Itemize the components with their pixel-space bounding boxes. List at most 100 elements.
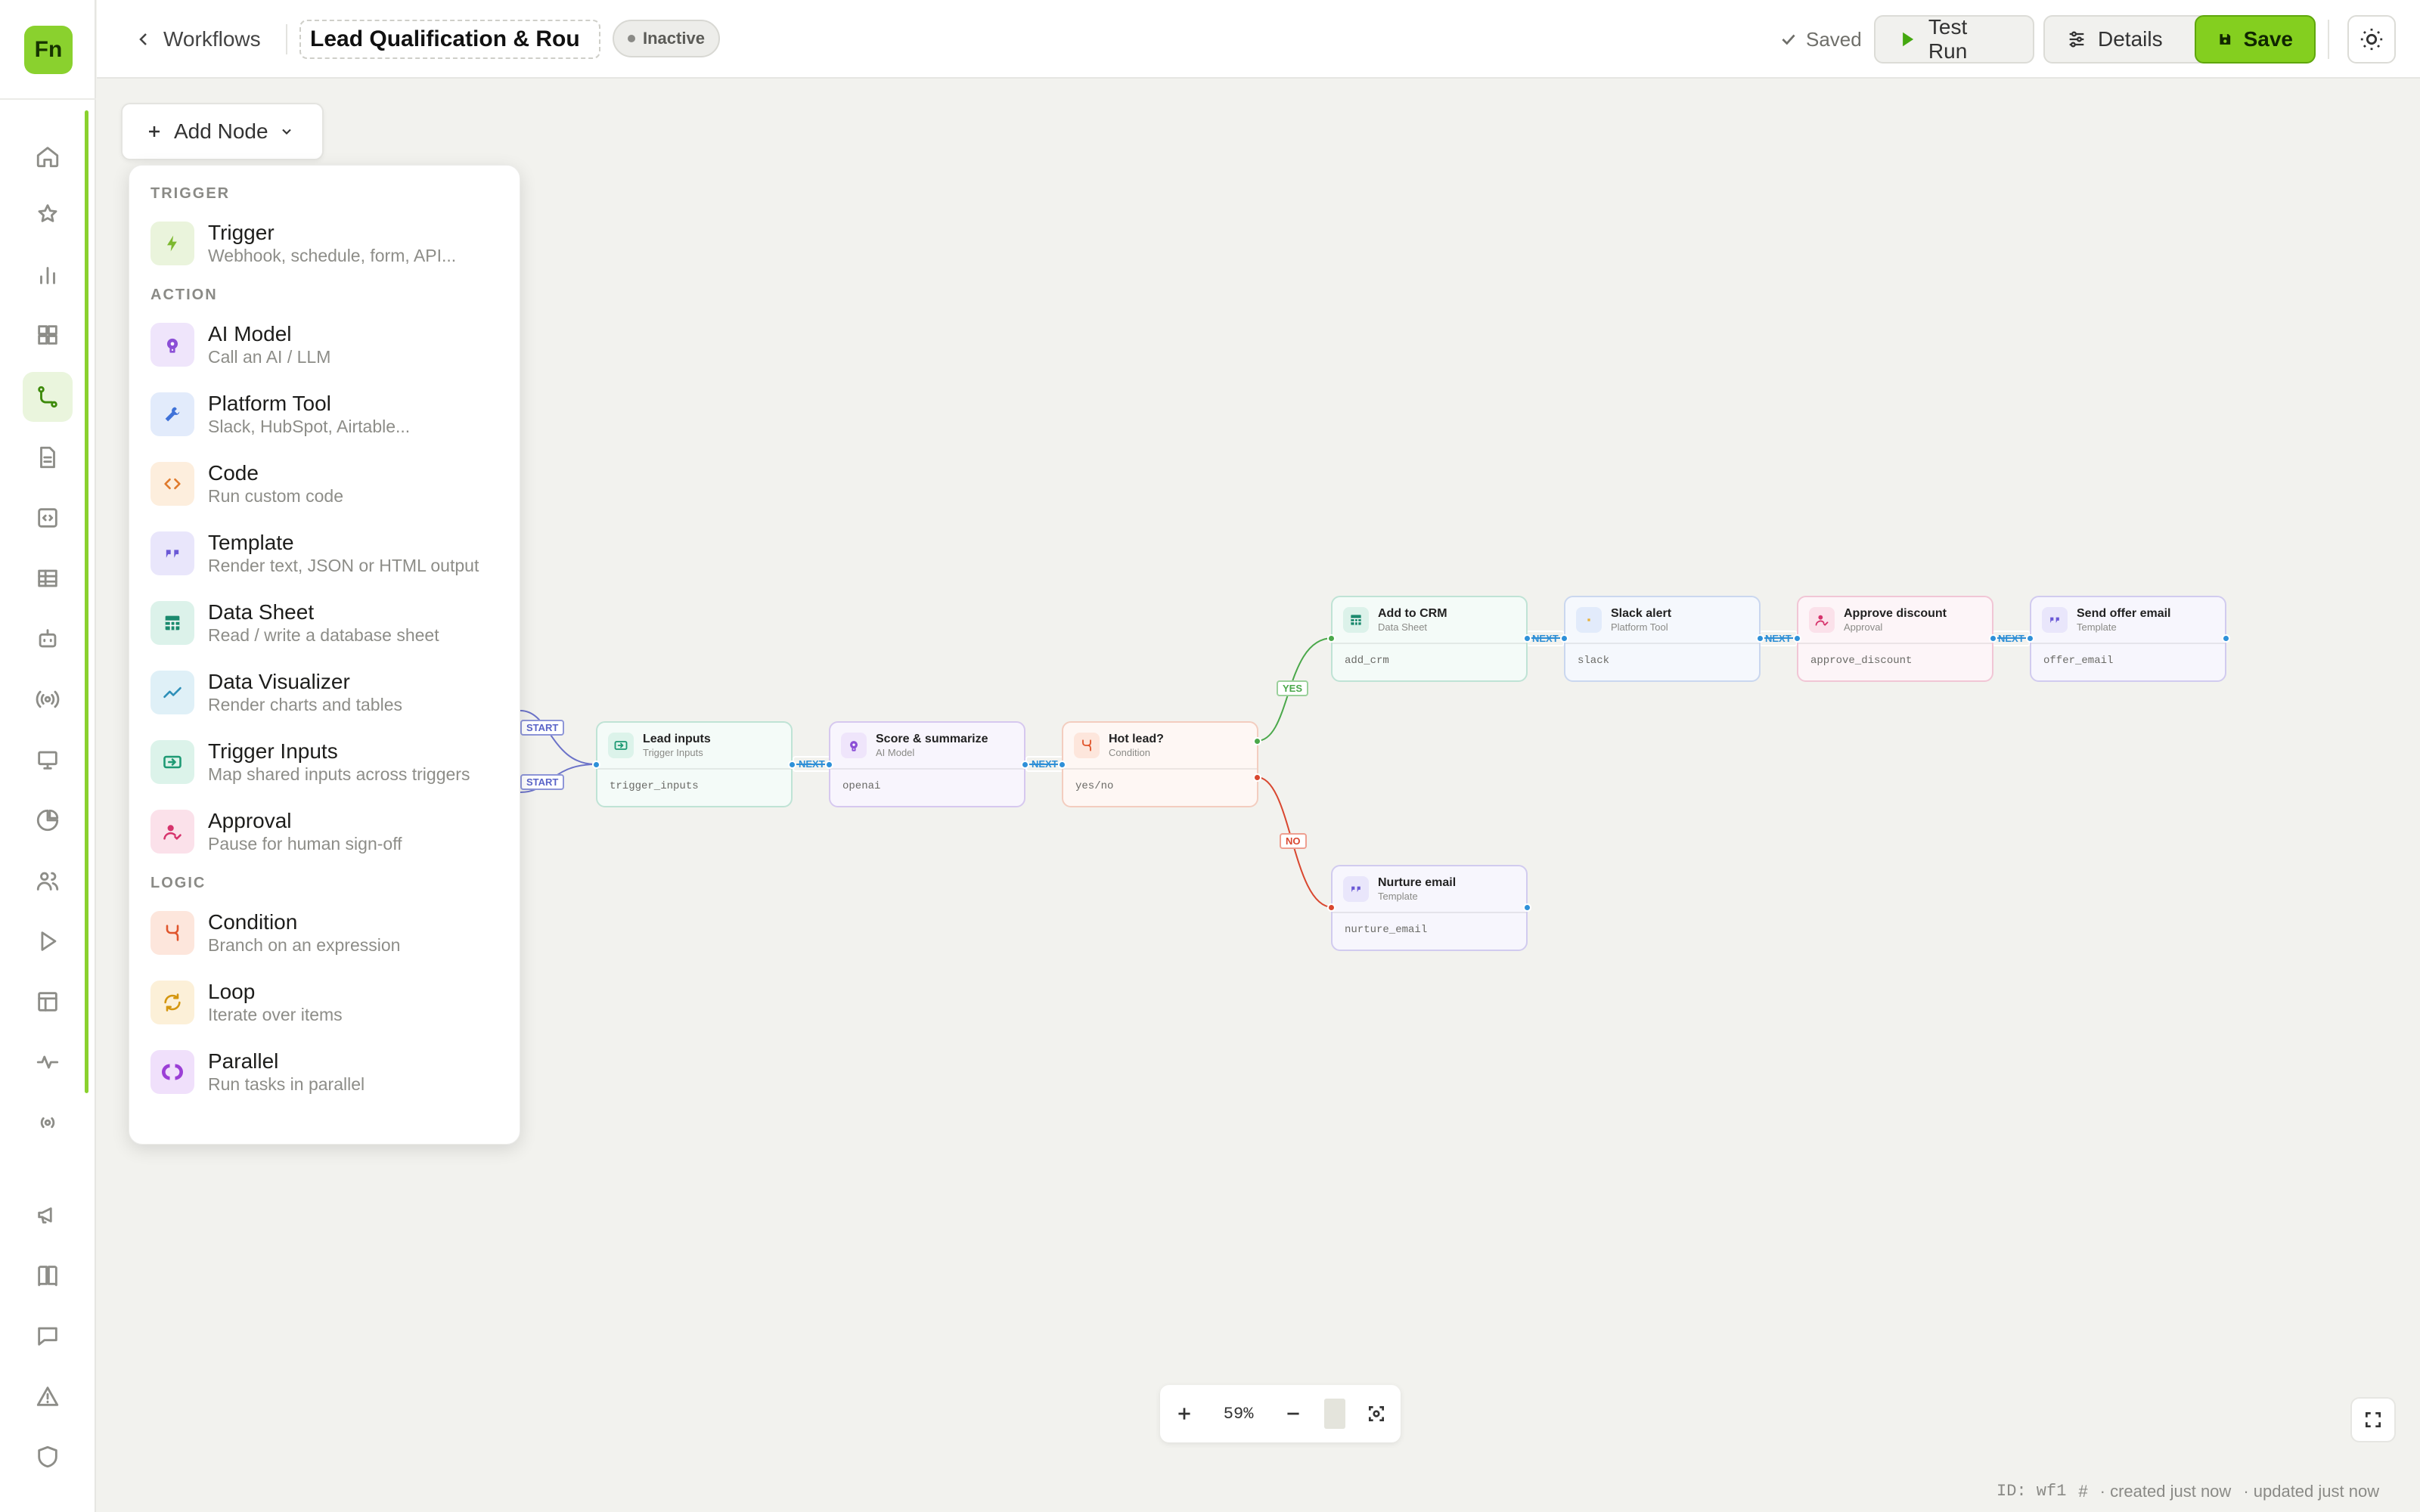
minimap-toggle[interactable] [1324,1399,1345,1429]
sidebar-item-integrations[interactable] [23,1098,73,1148]
node-add-to-crm[interactable]: Add to CRM Data Sheet add_crm [1331,596,1528,682]
input-port[interactable] [825,761,833,769]
test-run-button[interactable]: Test Run [1874,15,2034,64]
input-port[interactable] [1560,634,1568,643]
input-port[interactable] [2026,634,2034,643]
zoom-out-button[interactable] [1269,1385,1317,1442]
sidebar-scrollbar[interactable] [85,110,88,1093]
menu-item-title: Data Visualizer [208,670,350,693]
menu-item-approval[interactable]: Approval Pause for human sign-off [150,802,506,861]
node-score-summarize[interactable]: Score & summarize AI Model openai [829,721,1025,807]
trend-icon [163,686,182,699]
fullscreen-button[interactable] [2350,1397,2396,1442]
output-port[interactable] [1756,634,1764,643]
node-type: Trigger Inputs [643,747,703,758]
users-icon [36,872,59,891]
sidebar-item-docs[interactable] [23,1250,73,1300]
menu-item-parallel[interactable]: Parallel Run tasks in parallel [150,1043,506,1101]
output-port[interactable] [1523,634,1531,643]
trend-icon-badge [150,671,194,714]
node-nurture-email[interactable]: Nurture email Template nurture_email [1331,865,1528,951]
zoom-in-button[interactable] [1160,1385,1208,1442]
menu-item-description: Render text, JSON or HTML output [208,556,479,575]
details-button[interactable]: Details [2043,15,2208,64]
sidebar-item-feedback[interactable] [23,1311,73,1361]
node-key: nurture_email [1345,924,1428,936]
theme-toggle-button[interactable] [2347,15,2396,64]
menu-item-code[interactable]: Code Run custom code [150,454,506,513]
menu-item-platform-tool[interactable]: Platform Tool Slack, HubSpot, Airtable... [150,385,506,444]
node-lead-inputs[interactable]: Lead inputs Trigger Inputs trigger_inputs [596,721,793,807]
test-run-label: Test Run [1928,15,1968,63]
menu-item-description: Render charts and tables [208,695,402,714]
menu-item-condition[interactable]: Condition Branch on an expression [150,903,506,962]
input-port[interactable] [592,761,600,769]
menu-item-template[interactable]: Template Render text, JSON or HTML output [150,524,506,583]
output-port[interactable] [2222,634,2230,643]
sidebar-item-security[interactable] [23,1432,73,1482]
sidebar-item-analytics[interactable] [23,249,73,299]
menu-item-loop[interactable]: Loop Iterate over items [150,973,506,1032]
sidebar-item-broadcast[interactable] [23,674,73,724]
sidebar-item-users[interactable] [23,856,73,906]
input-icon [163,755,182,769]
activity-icon [36,1055,59,1069]
menu-item-description: Slack, HubSpot, Airtable... [208,417,411,436]
output-port[interactable] [788,761,796,769]
sidebar-item-documents[interactable] [23,432,73,482]
output-port[interactable] [1989,634,1997,643]
save-button[interactable]: Save [2195,15,2316,64]
sidebar-item-monitor[interactable] [23,735,73,785]
menu-item-data-sheet[interactable]: Data Sheet Read / write a database sheet [150,593,506,652]
sidebar-item-layouts[interactable] [23,977,73,1027]
input-port[interactable] [1327,634,1336,643]
output-port-no[interactable] [1253,773,1261,782]
output-port[interactable] [1523,903,1531,912]
sidebar-item-alerts[interactable] [23,1371,73,1421]
back-to-workflows-link[interactable]: Workflows [135,23,261,56]
quote-icon [1351,886,1360,893]
output-port-yes[interactable] [1253,737,1261,745]
menu-item-trigger[interactable]: Trigger Webhook, schedule, form, API... [150,214,506,273]
input-port[interactable] [1058,761,1066,769]
input-port[interactable] [1327,903,1336,912]
sidebar-item-code[interactable] [23,493,73,543]
top-bar: Workflows Inactive Saved Test Run Detail… [97,0,2420,79]
menu-item-trigger-inputs[interactable]: Trigger Inputs Map shared inputs across t… [150,733,506,792]
megaphone-icon [38,1207,52,1224]
quote-icon-badge [150,531,194,575]
menu-item-description: Run custom code [208,486,343,506]
fit-view-icon [1369,1405,1385,1422]
sidebar-item-runs[interactable] [23,916,73,966]
workflow-title-input[interactable] [299,20,600,59]
sidebar-item-agents[interactable] [23,614,73,664]
sidebar-item-favorites[interactable] [23,189,73,239]
menu-item-ai-model[interactable]: AI Model Call an AI / LLM [150,315,506,374]
sidebar-item-reports[interactable] [23,795,73,845]
plus-icon [1177,1408,1190,1420]
sidebar-item-home[interactable] [23,132,73,181]
node-slack-alert[interactable]: Slack alert Platform Tool slack [1564,596,1761,682]
sidebar-item-apps[interactable] [23,310,73,360]
sliders-icon [2069,31,2084,48]
node-approve-discount[interactable]: Approve discount Approval approve_discount [1797,596,1993,682]
status-label: Inactive [643,29,705,48]
sidebar-item-announcements[interactable] [23,1190,73,1240]
table-icon [38,569,57,587]
add-node-button[interactable]: Add Node [121,103,324,160]
node-hot-lead-condition[interactable]: Hot lead? Condition yes/no [1062,721,1258,807]
fit-view-button[interactable] [1353,1385,1401,1442]
output-port[interactable] [1021,761,1029,769]
details-label: Details [2098,27,2163,51]
sidebar-item-activity[interactable] [23,1037,73,1087]
app-logo[interactable]: Fn [24,26,73,74]
sidebar-item-workflows[interactable] [23,372,73,422]
menu-item-data-visualizer[interactable]: Data Visualizer Render charts and tables [150,663,506,722]
node-key: openai [842,780,881,792]
node-send-offer-email[interactable]: Send offer email Template offer_email [2030,596,2226,682]
input-port[interactable] [1793,634,1801,643]
save-label: Save [2243,27,2293,51]
sidebar-item-tables[interactable] [23,553,73,603]
edge-label-next: NEXT [1526,631,1565,646]
shield-icon [38,1445,57,1468]
